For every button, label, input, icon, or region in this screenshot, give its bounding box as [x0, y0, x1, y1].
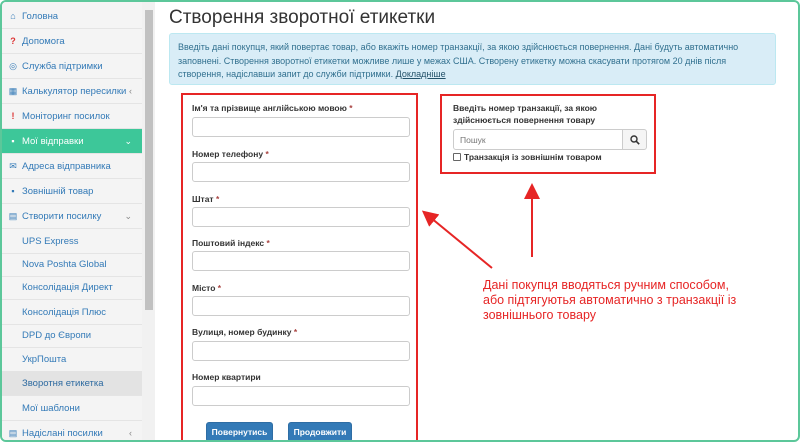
help-icon: ?	[10, 36, 16, 46]
chevron-down-icon: ⌄	[124, 135, 132, 146]
apartment-input[interactable]	[192, 386, 410, 406]
field-label-state: Штат *	[192, 194, 220, 204]
field-label-apartment: Номер квартири	[192, 372, 261, 382]
sidebar-item-consolidation-direct[interactable]: Консолідація Директ	[2, 275, 142, 300]
city-input[interactable]	[192, 296, 410, 316]
chevron-left-icon: ‹	[129, 428, 132, 438]
sidebar-item-calculator[interactable]: ▦ Калькулятор пересилки ‹	[2, 79, 142, 104]
sidebar-item-my-shipments[interactable]: ▪ Мої відправки ⌄	[2, 129, 142, 154]
field-label-name: Ім'я та прізвище англійською мовою *	[192, 103, 353, 113]
sidebar-item-dpd-europe[interactable]: DPD до Європи	[2, 323, 142, 348]
sent-icon: ▤	[8, 427, 18, 438]
sidebar-item-label: Мої шаблони	[22, 402, 80, 414]
sidebar-item-monitoring[interactable]: ! Моніторинг посилок	[2, 104, 142, 129]
sidebar-item-label: UPS Express	[22, 235, 79, 247]
sidebar-item-label: Мої відправки	[22, 135, 84, 147]
sidebar-item-sender-address[interactable]: ✉ Адреса відправника	[2, 154, 142, 179]
sidebar-item-label: Допомога	[22, 35, 65, 47]
sidebar-item-support[interactable]: ◎ Служба підтримки	[2, 54, 142, 79]
state-input[interactable]	[192, 207, 410, 227]
envelope-icon: ✉	[9, 160, 17, 171]
chevron-down-icon: ⌄	[124, 210, 132, 221]
info-text: Введіть дані покупця, який повертає това…	[178, 42, 739, 79]
field-label-zip: Поштовий індекс *	[192, 238, 270, 248]
sidebar-item-help[interactable]: ? Допомога	[2, 29, 142, 54]
field-label-street: Вулиця, номер будинку *	[192, 327, 298, 337]
external-goods-checkbox-label: Транзакція із зовнішнім товаром	[464, 152, 602, 162]
external-goods-checkbox[interactable]	[453, 153, 461, 161]
info-alert: Введіть дані покупця, який повертає това…	[169, 33, 776, 85]
sidebar-item-label: Зовнішній товар	[22, 185, 94, 197]
sidebar-item-ukrposhta[interactable]: УкрПошта	[2, 347, 142, 372]
sidebar-item-label: Консолідація Плюс	[22, 306, 107, 318]
sidebar-item-label: Зворотня етикетка	[22, 377, 104, 389]
box-icon: ▪	[11, 186, 15, 196]
sidebar-item-label: Надіслані посилки	[22, 427, 103, 439]
sidebar-item-return-label[interactable]: Зворотня етикетка	[2, 371, 142, 396]
transaction-label: Введіть номер транзакції, за якою здійсн…	[453, 103, 598, 125]
sidebar-item-my-templates[interactable]: Мої шаблони	[2, 396, 142, 421]
sidebar-item-home[interactable]: ⌂ Головна	[2, 4, 142, 29]
sidebar-item-label: Консолідація Директ	[22, 281, 113, 293]
sidebar-item-consolidation-plus[interactable]: Консолідація Плюс	[2, 300, 142, 325]
sidebar-item-label: Nova Poshta Global	[22, 258, 107, 270]
page-title: Створення зворотної етикетки	[169, 7, 436, 28]
sidebar-item-external-goods[interactable]: ▪ Зовнішній товар	[2, 179, 142, 204]
alert-icon: !	[11, 111, 15, 121]
phone-input[interactable]	[192, 162, 410, 182]
sidebar-item-label: DPD до Європи	[22, 329, 92, 341]
search-button[interactable]	[622, 129, 647, 150]
calculator-icon: ▦	[8, 85, 18, 96]
sidebar-item-label: Калькулятор пересилки	[22, 85, 127, 97]
continue-button[interactable]: Продовжити	[288, 422, 352, 440]
search-icon	[629, 134, 640, 145]
zip-input[interactable]	[192, 251, 410, 271]
sidebar-item-label: Створити посилку	[22, 210, 102, 222]
app-window: ⌂ Головна ? Допомога ◎ Служба підтримки …	[0, 0, 800, 442]
sidebar-item-sent-packages[interactable]: ▤ Надіслані посилки ‹	[2, 421, 142, 440]
sidebar-item-label: Головна	[22, 10, 59, 22]
back-button[interactable]: Повернутись	[206, 422, 273, 440]
arrow-to-form	[421, 210, 493, 269]
sidebar-item-label: Адреса відправника	[22, 160, 111, 172]
field-label-phone: Номер телефону *	[192, 149, 269, 159]
sidebar-item-nova-poshta[interactable]: Nova Poshta Global	[2, 252, 142, 277]
name-input[interactable]	[192, 117, 410, 137]
transaction-search-input[interactable]	[453, 129, 623, 150]
sidebar-item-create-package[interactable]: ▤ Створити посилку ⌄	[2, 204, 142, 229]
sidebar: ⌂ Головна ? Допомога ◎ Служба підтримки …	[2, 2, 155, 440]
annotation-text: Дані покупця вводяться ручним способом, …	[483, 278, 737, 322]
support-icon: ◎	[9, 60, 17, 71]
chevron-left-icon: ‹	[129, 86, 132, 96]
external-goods-checkbox-row[interactable]: Транзакція із зовнішнім товаром	[453, 152, 602, 162]
street-input[interactable]	[192, 341, 410, 361]
package-icon: ▤	[8, 210, 18, 221]
sidebar-item-label: Моніторинг посилок	[22, 110, 110, 122]
field-label-city: Місто *	[192, 283, 222, 293]
sidebar-item-label: УкрПошта	[22, 353, 67, 365]
sidebar-scrollbar-thumb[interactable]	[145, 10, 153, 310]
home-icon: ⌂	[10, 11, 16, 21]
sidebar-item-ups-express[interactable]: UPS Express	[2, 229, 142, 254]
sidebar-item-label: Служба підтримки	[22, 60, 103, 72]
info-more-link[interactable]: Докладніше	[396, 69, 446, 79]
truck-icon: ▪	[11, 136, 15, 146]
